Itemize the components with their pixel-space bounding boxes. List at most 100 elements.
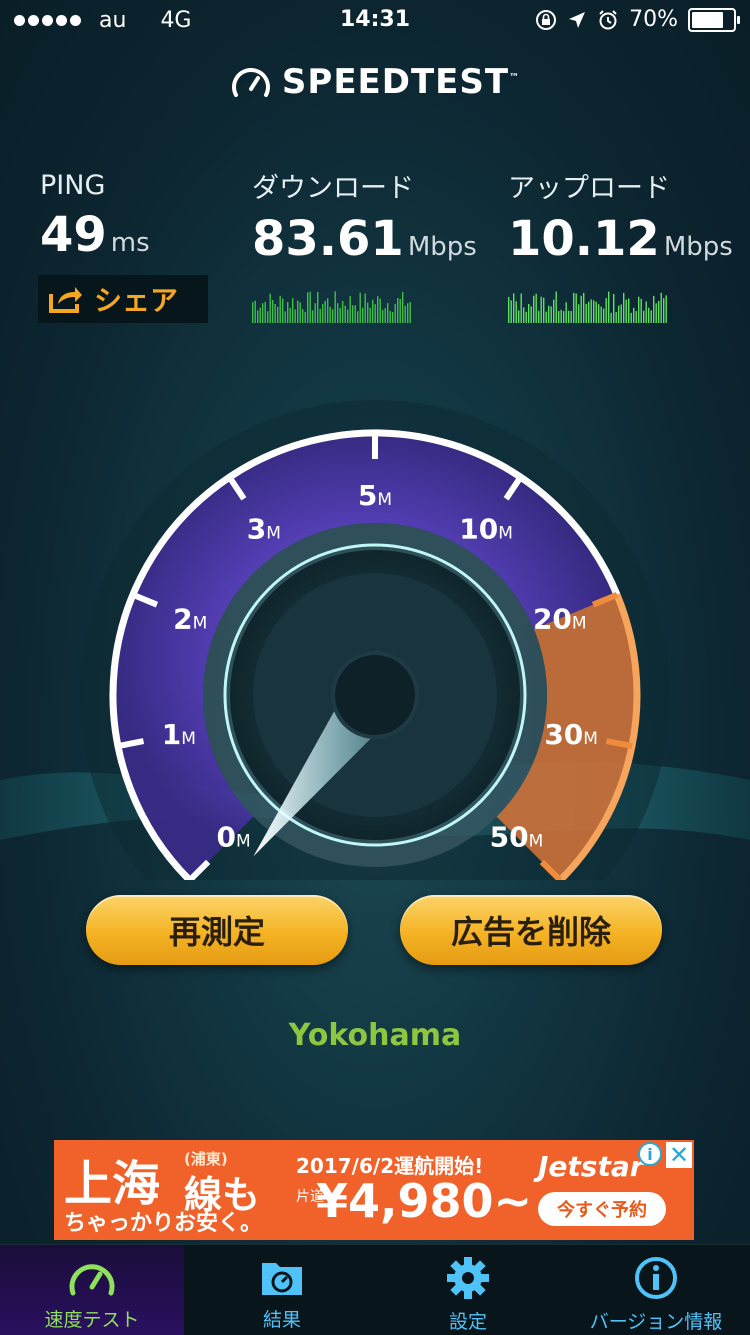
sparkline-bar: [600, 306, 602, 323]
sparkline-bar: [304, 311, 306, 323]
sparkline-bar: [605, 298, 607, 323]
sparkline-bar: [513, 293, 515, 323]
sparkline-bar: [359, 292, 361, 323]
sparkline-bar: [327, 298, 329, 323]
sparkline-bar: [402, 291, 404, 323]
battery-fill: [692, 11, 723, 28]
ad-headline: 上海: [64, 1156, 161, 1212]
sparkline-bar: [580, 295, 582, 323]
ping-metric: PING 49 ms: [40, 170, 150, 263]
upload-label: アップロード: [508, 173, 670, 204]
sparkline-bar: [518, 310, 520, 323]
sparkline-bar: [545, 311, 547, 323]
upload-sparkline: [508, 291, 667, 323]
sparkline-bar: [344, 305, 346, 323]
sparkline-bar: [630, 312, 632, 323]
sparkline-bar: [314, 303, 316, 323]
retest-button[interactable]: 再測定: [86, 895, 348, 965]
download-sparkline: [252, 291, 411, 323]
sparkline-bar: [282, 298, 284, 323]
sparkline-bar: [540, 296, 542, 323]
status-bar: au 4G 14:31 70%: [0, 0, 750, 40]
sparkline-bar: [382, 310, 384, 323]
sparkline-bar: [287, 302, 289, 323]
sparkline-bar: [533, 295, 535, 323]
sparkline-bar: [272, 300, 274, 323]
sparkline-bar: [663, 298, 665, 323]
sparkline-bar: [538, 310, 540, 323]
sparkline-bar: [349, 295, 351, 323]
sparkline-bar: [620, 304, 622, 323]
sparkline-bar: [322, 303, 324, 323]
sparkline-bar: [269, 293, 271, 323]
sparkline-bar: [588, 301, 590, 323]
sparkline-bar: [274, 303, 276, 323]
upload-metric: アップロード 10.12 Mbps: [508, 166, 733, 327]
tab-speedtest[interactable]: 速度テスト: [0, 1245, 184, 1335]
sparkline-bar: [550, 306, 552, 323]
sparkline-bar: [643, 310, 645, 323]
ad-close-icon[interactable]: ✕: [666, 1141, 692, 1169]
speedometer-icon: [69, 1264, 115, 1296]
share-button[interactable]: シェア: [38, 275, 208, 323]
app-logo: SPEEDTEST™: [0, 62, 750, 105]
sparkline-bar: [618, 305, 620, 323]
sparkline-bar: [299, 302, 301, 323]
tab-about[interactable]: バージョン情報: [562, 1245, 750, 1335]
tab-settings-label: 設定: [448, 1311, 487, 1333]
remove-ads-button[interactable]: 広告を削除: [400, 895, 662, 965]
sparkline-bar: [339, 307, 341, 323]
sparkline-bar: [409, 302, 411, 323]
sparkline-bar: [394, 303, 396, 323]
sparkline-bar: [347, 309, 349, 323]
sparkline-bar: [277, 306, 279, 323]
sparkline-bar: [563, 311, 565, 323]
sparkline-bar: [655, 303, 657, 323]
sparkline-bar: [510, 300, 512, 323]
sparkline-bar: [372, 299, 374, 323]
sparkline-bar: [528, 304, 530, 323]
download-unit: Mbps: [407, 232, 477, 262]
sparkline-bar: [628, 298, 630, 323]
tab-results[interactable]: 結果: [190, 1245, 374, 1335]
sparkline-bar: [530, 306, 532, 323]
gauge-hub: [331, 651, 419, 739]
sparkline-bar: [645, 301, 647, 323]
battery-icon: [688, 7, 740, 32]
status-right: 70%: [535, 7, 740, 32]
sparkline-bar: [399, 298, 401, 323]
rotation-lock-icon: [536, 9, 557, 30]
sparkline-bar: [309, 291, 311, 323]
sparkline-bar: [252, 302, 254, 323]
sparkline-bar: [640, 298, 642, 323]
ad-info-icon[interactable]: i: [638, 1142, 662, 1166]
upload-unit: Mbps: [663, 232, 733, 262]
share-label: シェア: [94, 284, 179, 317]
sparkline-bar: [254, 300, 256, 323]
upload-value: 10.12: [508, 211, 660, 267]
sparkline-bar: [555, 291, 557, 323]
sparkline-bar: [279, 295, 281, 323]
sparkline-bar: [352, 305, 354, 323]
download-value: 83.61: [252, 211, 404, 267]
ad-brand: Jetstar: [538, 1150, 644, 1183]
sparkline-bar: [332, 309, 334, 323]
sparkline-bar: [324, 300, 326, 323]
ad-banner[interactable]: 上海 (浦東) 線も ちゃっかりお安く。 2017/6/2運航開始! 片道 ¥4…: [54, 1140, 694, 1240]
sparkline-bar: [560, 309, 562, 323]
sparkline-bar: [357, 311, 359, 323]
sparkline-bar: [653, 295, 655, 323]
sparkline-bar: [297, 300, 299, 323]
speed-gauge: 0M1M2M3M5M10M20M30M50M: [0, 400, 750, 880]
ad-cta-button[interactable]: 今すぐ予約: [538, 1192, 666, 1226]
sparkline-bar: [362, 307, 364, 323]
sparkline-bar: [387, 303, 389, 323]
tab-settings[interactable]: 設定: [376, 1245, 560, 1335]
sparkline-bar: [525, 311, 527, 323]
sparkline-bar: [364, 293, 366, 323]
sparkline-bar: [583, 292, 585, 323]
sparkline-bar: [598, 304, 600, 323]
sparkline-bar: [660, 292, 662, 323]
sparkline-bar: [319, 308, 321, 323]
sparkline-bar: [515, 301, 517, 323]
